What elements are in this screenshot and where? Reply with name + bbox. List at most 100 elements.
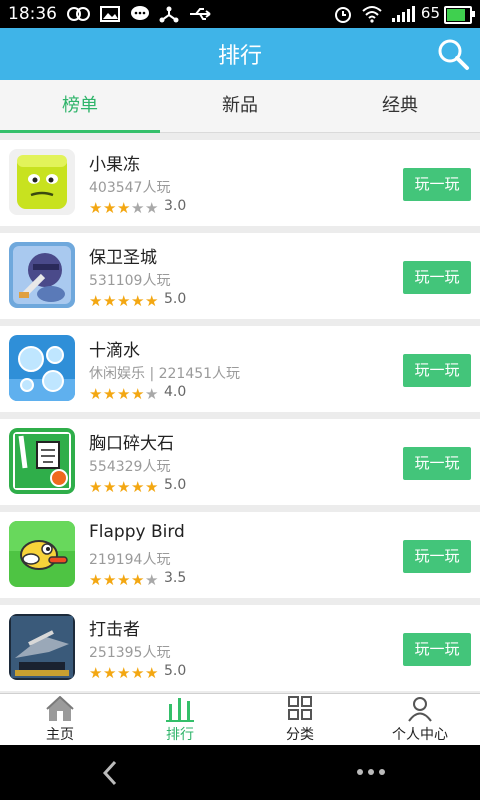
nav-label: 排行 <box>166 727 194 743</box>
list-item[interactable]: 保卫圣城 531109人玩 ★★★★★ 5.0 玩一玩 <box>0 233 480 319</box>
star-icon: ★ <box>103 478 117 496</box>
star-icon: ★ <box>117 292 131 310</box>
star-icon: ★ <box>117 199 131 217</box>
play-button[interactable]: 玩一玩 <box>403 261 471 294</box>
play-button[interactable]: 玩一玩 <box>403 447 471 480</box>
game-icon-flappy-bird <box>9 521 75 587</box>
active-tab-indicator <box>0 130 160 133</box>
star-icon: ★ <box>131 664 145 682</box>
star-icon: ★ <box>89 292 103 310</box>
share-icon <box>159 6 179 23</box>
bottom-nav: 主页 排行 分类 个人中心 <box>0 693 480 746</box>
usb-icon <box>190 8 211 20</box>
star-icon: ★ <box>145 478 159 496</box>
rating-score: 3.0 <box>164 198 187 214</box>
list-item[interactable]: Flappy Bird 219194人玩 ★★★★★ 3.5 玩一玩 <box>0 512 480 598</box>
play-count: 554329人玩 <box>89 459 171 475</box>
nav-label: 分类 <box>286 727 314 743</box>
rating-stars: ★★★★★ <box>89 198 159 217</box>
star-icon: ★ <box>131 292 145 310</box>
page-title: 排行 <box>217 44 262 69</box>
nav-profile[interactable]: 个人中心 <box>360 694 480 746</box>
play-count: 219194人玩 <box>89 552 171 568</box>
star-icon: ★ <box>89 199 103 217</box>
battery-icon <box>444 6 475 24</box>
list-item[interactable]: 胸口碎大石 554329人玩 ★★★★★ 5.0 玩一玩 <box>0 419 480 505</box>
list-item[interactable]: 十滴水 休闲娱乐 | 221451人玩 ★★★★★ 4.0 玩一玩 <box>0 326 480 412</box>
more-icon[interactable] <box>356 767 386 777</box>
star-icon: ★ <box>117 478 131 496</box>
game-name: 小果冻 <box>89 155 140 175</box>
game-icon-stone-chest <box>9 428 75 494</box>
star-icon: ★ <box>89 664 103 682</box>
nav-ranking[interactable]: 排行 <box>120 694 240 746</box>
rating-stars: ★★★★★ <box>89 570 159 589</box>
alarm-icon <box>335 7 351 23</box>
star-icon: ★ <box>117 571 131 589</box>
game-name: 保卫圣城 <box>89 248 157 268</box>
star-icon: ★ <box>103 199 117 217</box>
tab-new[interactable]: 新品 <box>160 80 320 132</box>
play-count: 休闲娱乐 | 221451人玩 <box>89 366 241 382</box>
tab-rankings[interactable]: 榜单 <box>0 80 160 132</box>
rating-score: 5.0 <box>164 663 187 679</box>
tab-classic[interactable]: 经典 <box>320 80 480 132</box>
title-bar: 排行 <box>0 28 480 80</box>
rating-score: 5.0 <box>164 477 187 493</box>
star-icon: ★ <box>145 199 159 217</box>
system-nav-bar <box>0 745 480 800</box>
list-item[interactable]: 打击者 251395人玩 ★★★★★ 5.0 玩一玩 <box>0 605 480 691</box>
nav-label: 主页 <box>46 727 74 743</box>
status-time: 18:36 <box>8 4 57 24</box>
battery-percent: 65 <box>420 4 440 22</box>
play-button[interactable]: 玩一玩 <box>403 633 471 666</box>
star-icon: ★ <box>89 385 103 403</box>
nav-category[interactable]: 分类 <box>240 694 360 746</box>
star-icon: ★ <box>103 292 117 310</box>
signal-icon <box>392 6 415 22</box>
circles-icon <box>67 7 90 21</box>
star-icon: ★ <box>145 292 159 310</box>
search-icon[interactable] <box>436 37 470 71</box>
play-button[interactable]: 玩一玩 <box>403 354 471 387</box>
rating-stars: ★★★★★ <box>89 477 159 496</box>
star-icon: ★ <box>103 664 117 682</box>
star-icon: ★ <box>145 664 159 682</box>
rating-score: 5.0 <box>164 291 187 307</box>
star-icon: ★ <box>131 571 145 589</box>
game-icon-water-drops <box>9 335 75 401</box>
play-button[interactable]: 玩一玩 <box>403 168 471 201</box>
star-icon: ★ <box>117 385 131 403</box>
game-name: 胸口碎大石 <box>89 434 174 454</box>
wifi-icon <box>362 6 382 23</box>
home-icon <box>46 696 74 721</box>
chat-icon <box>131 6 149 20</box>
back-icon[interactable] <box>100 760 120 786</box>
play-count: 251395人玩 <box>89 645 171 661</box>
play-count: 531109人玩 <box>89 273 171 289</box>
star-icon: ★ <box>131 199 145 217</box>
status-bar: 18:36 65 <box>0 0 480 28</box>
star-icon: ★ <box>103 571 117 589</box>
grid-icon <box>288 696 312 720</box>
star-icon: ★ <box>103 385 117 403</box>
nav-label: 个人中心 <box>392 727 448 743</box>
game-name: 十滴水 <box>89 341 140 361</box>
game-name: 打击者 <box>89 620 140 640</box>
rating-score: 3.5 <box>164 570 187 586</box>
star-icon: ★ <box>145 385 159 403</box>
list-item[interactable]: 小果冻 403547人玩 ★★★★★ 3.0 玩一玩 <box>0 140 480 226</box>
star-icon: ★ <box>117 664 131 682</box>
game-icon-knight <box>9 242 75 308</box>
rating-score: 4.0 <box>164 384 187 400</box>
nav-home[interactable]: 主页 <box>0 694 120 746</box>
star-icon: ★ <box>89 478 103 496</box>
game-list: 小果冻 403547人玩 ★★★★★ 3.0 玩一玩 保卫圣城 531109人玩… <box>0 140 480 693</box>
image-icon <box>100 6 120 22</box>
star-icon: ★ <box>131 385 145 403</box>
rating-stars: ★★★★★ <box>89 663 159 682</box>
star-icon: ★ <box>145 571 159 589</box>
star-icon: ★ <box>89 571 103 589</box>
ranking-icon <box>166 698 194 722</box>
play-button[interactable]: 玩一玩 <box>403 540 471 573</box>
